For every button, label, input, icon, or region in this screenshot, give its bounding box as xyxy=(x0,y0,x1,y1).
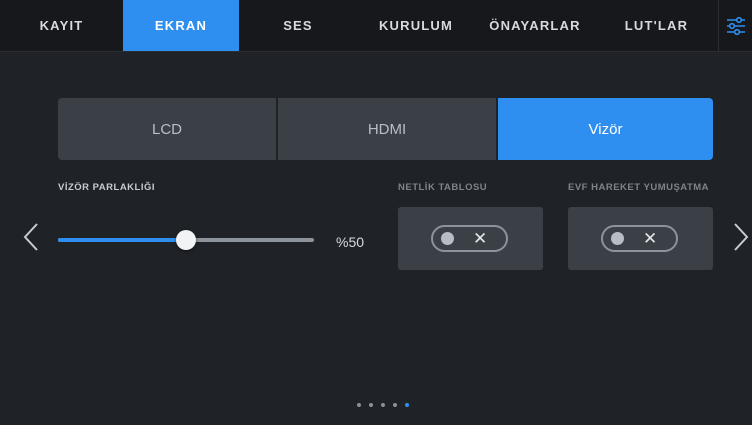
page-dot xyxy=(357,403,361,407)
tab-label: KAYIT xyxy=(39,18,84,33)
page-dot xyxy=(393,403,397,407)
tab-ekran[interactable]: EKRAN xyxy=(123,0,239,51)
segment-label: HDMI xyxy=(367,120,407,138)
slider-thumb[interactable] xyxy=(176,230,196,250)
chevron-right-icon[interactable] xyxy=(730,222,750,252)
slider-fill xyxy=(58,238,186,242)
camera-settings-screen: KAYIT EKRAN SES KURULUM ÖNAYARLAR LUT'LA… xyxy=(0,0,752,425)
segment-label: Vizör xyxy=(588,120,623,138)
tab-luts[interactable]: LUT'LAR xyxy=(595,0,718,51)
chevron-left-icon[interactable] xyxy=(22,222,42,252)
settings-menu-button[interactable] xyxy=(718,0,752,51)
tab-label: LUT'LAR xyxy=(624,18,689,33)
focus-chart-label: NETLİK TABLOSU xyxy=(398,182,488,193)
tab-ses[interactable]: SES xyxy=(239,0,357,51)
tab-onayarlar[interactable]: ÖNAYARLAR xyxy=(475,0,595,51)
brightness-label: VİZÖR PARLAKLIĞI xyxy=(58,182,156,193)
tab-kurulum[interactable]: KURULUM xyxy=(357,0,475,51)
segment-label: LCD xyxy=(151,120,182,138)
output-viewfinder-button[interactable]: Vizör xyxy=(498,98,713,160)
page-dot xyxy=(381,403,385,407)
output-lcd-button[interactable]: LCD xyxy=(58,98,276,160)
toggle-off-icon: ✕ xyxy=(473,229,488,248)
focus-chart-toggle[interactable]: ✕ xyxy=(431,225,508,252)
toggle-off-icon: ✕ xyxy=(643,229,658,248)
toggle-knob xyxy=(441,232,454,245)
tab-label: SES xyxy=(283,18,313,33)
evf-smoothing-label: EVF HAREKET YUMUŞATMA xyxy=(568,182,710,193)
tab-label: EKRAN xyxy=(154,18,208,33)
evf-smoothing-card: ✕ xyxy=(568,207,713,270)
evf-smoothing-toggle[interactable]: ✕ xyxy=(601,225,678,252)
tab-label: ÖNAYARLAR xyxy=(489,18,581,33)
output-hdmi-button[interactable]: HDMI xyxy=(278,98,496,160)
tab-kayit[interactable]: KAYIT xyxy=(0,0,123,51)
page-indicator xyxy=(357,403,409,407)
brightness-slider[interactable] xyxy=(58,230,314,250)
toggle-knob xyxy=(611,232,624,245)
page-dot xyxy=(369,403,373,407)
page-dot xyxy=(405,403,409,407)
top-tab-bar: KAYIT EKRAN SES KURULUM ÖNAYARLAR LUT'LA… xyxy=(0,0,752,52)
focus-chart-card: ✕ xyxy=(398,207,543,270)
brightness-value: %50 xyxy=(336,234,365,250)
sliders-icon xyxy=(727,16,745,35)
tab-label: KURULUM xyxy=(378,18,454,33)
